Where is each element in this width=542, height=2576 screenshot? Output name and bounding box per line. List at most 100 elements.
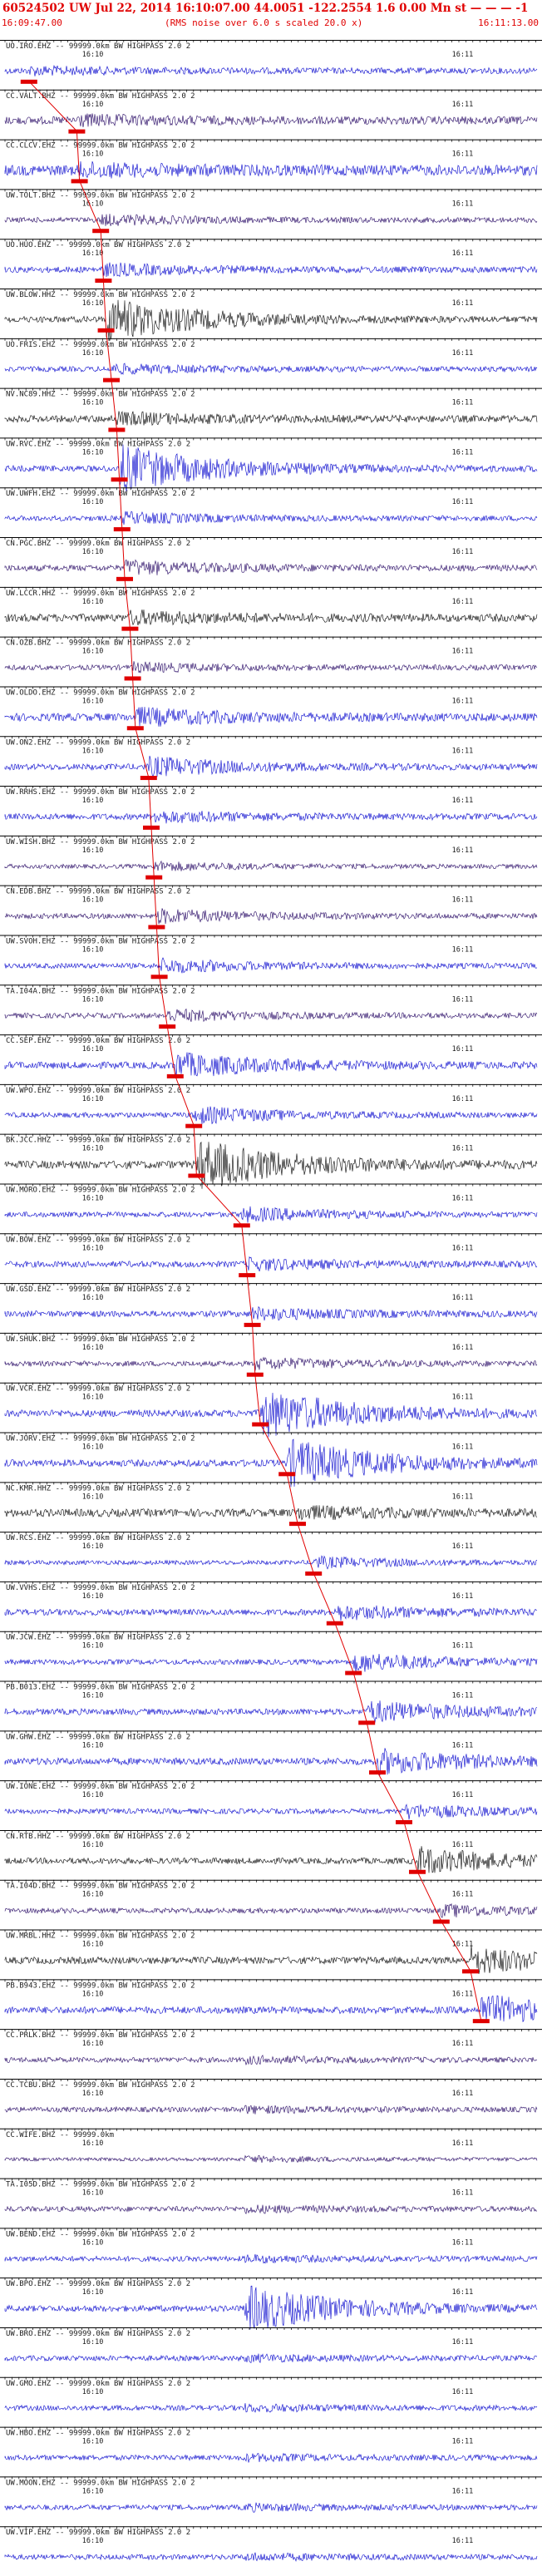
tick-label: 16:10 <box>82 2487 104 2495</box>
station-label: CC.TCBU.BHZ -- 99999.0km BW HIGHPASS 2.0… <box>6 2081 195 2090</box>
station-label: UW.RRHS.EHZ -- 99999.0km BW HIGHPASS 2.0… <box>6 788 195 797</box>
station-row: UW.MOON.EHZ -- 99999.0km BW HIGHPASS 2.0… <box>0 2476 542 2513</box>
station-row: UW.HBO.EHZ -- 99999.0km BW HIGHPASS 2.0 … <box>0 2426 542 2463</box>
station-row: UW.GSD.EHZ -- 99999.0km BW HIGHPASS 2.0 … <box>0 1283 542 1327</box>
station-row: PB.B013.EHZ -- 99999.0km BW HIGHPASS 2.0… <box>0 1680 542 1725</box>
station-row: NC.KMR.HHZ -- 99999.0km BW HIGHPASS 2.0 … <box>0 1482 542 1527</box>
station-label: TA.I05D.BHZ -- 99999.0km BW HIGHPASS 2.0… <box>6 2181 195 2189</box>
trace-waveform <box>4 2154 538 2164</box>
station-label: PB.B013.EHZ -- 99999.0km BW HIGHPASS 2.0… <box>6 1684 195 1692</box>
station-row: UW.JORV.EHZ -- 99999.0km BW HIGHPASS 2.0… <box>0 1432 542 1488</box>
tick-label: 16:11 <box>452 548 474 556</box>
trace-waveform <box>4 609 538 626</box>
tick-label: 16:10 <box>82 2040 104 2048</box>
tick-label: 16:10 <box>82 797 104 805</box>
station-row: UO.HUO.EHZ -- 99999.0km BW HIGHPASS 2.0 … <box>0 239 542 284</box>
station-label: CN.RTB.HHZ -- 99999.0km BW HIGHPASS 2.0 … <box>6 1833 190 1841</box>
tick-label: 16:10 <box>82 697 104 705</box>
station-label: UW.MOON.EHZ -- 99999.0km BW HIGHPASS 2.0… <box>6 2479 195 2487</box>
tick-label: 16:10 <box>82 349 104 358</box>
trace-waveform <box>4 1305 538 1321</box>
station-label: CN.PGC.BHZ -- 99999.0km BW HIGHPASS 2.0 … <box>6 540 190 548</box>
station-row: UW.BRO.EHZ -- 99999.0km BW HIGHPASS 2.0 … <box>0 2327 542 2364</box>
station-row: UW.LCCR.HHZ -- 99999.0km BW HIGHPASS 2.0… <box>0 586 542 631</box>
tick-label: 16:10 <box>82 1443 104 1452</box>
end-time: 16:11:13.00 <box>478 17 539 28</box>
station-label: UW.WPO.EHZ -- 99999.0km BW HIGHPASS 2.0 … <box>6 1087 190 1095</box>
tick-label: 16:10 <box>82 2238 104 2247</box>
station-label: UW.VCR.EHZ -- 99999.0km BW HIGHPASS 2.0 … <box>6 1385 190 1394</box>
station-label: UW.GMO.EHZ -- 99999.0km BW HIGHPASS 2.0 … <box>6 2380 190 2388</box>
tick-label: 16:11 <box>452 1841 474 1849</box>
station-row: CC.VALT.BHZ -- 99999.0km BW HIGHPASS 2.0… <box>0 89 542 134</box>
tick-label: 16:11 <box>452 697 474 705</box>
tick-label: 16:11 <box>452 1592 474 1601</box>
tick-label: 16:10 <box>82 896 104 905</box>
trace-waveform <box>4 1106 538 1125</box>
station-label: CN.OZB.BHZ -- 99999.0km BW HIGHPASS 2.0 … <box>6 639 190 648</box>
station-label: UW.IONE.EHZ -- 99999.0km BW HIGHPASS 2.0… <box>6 1783 195 1791</box>
station-row: UW.RCS.EHZ -- 99999.0km BW HIGHPASS 2.0 … <box>0 1532 542 1576</box>
trace-waveform <box>4 1256 538 1272</box>
station-label: UW.BEND.EHZ -- 99999.0km BW HIGHPASS 2.0… <box>6 2230 195 2238</box>
header: 60524502 UW Jul 22, 2014 16:10:07.00 44.… <box>0 0 542 40</box>
tick-label: 16:10 <box>82 846 104 855</box>
tick-label: 16:10 <box>82 1145 104 1153</box>
tick-label: 16:11 <box>452 945 474 954</box>
tick-label: 16:11 <box>452 399 474 407</box>
subtitle: (RMS noise over 6.0 s scaled 20.0 x) <box>165 17 363 28</box>
tick-label: 16:11 <box>452 1443 474 1452</box>
station-label: UW.VIP.EHZ -- 99999.0km BW HIGHPASS 2.0 … <box>6 2529 190 2537</box>
tick-label: 16:10 <box>82 2139 104 2148</box>
station-label: UW.BLOW.HHZ -- 99999.0km BW HIGHPASS 2.0… <box>6 291 195 299</box>
tick-label: 16:10 <box>82 1045 104 1054</box>
station-row: UW.GMO.EHZ -- 99999.0km BW HIGHPASS 2.0 … <box>0 2376 542 2413</box>
station-row: UW.VIP.EHZ -- 99999.0km BW HIGHPASS 2.0 … <box>0 2526 542 2563</box>
station-label: UW.BRO.EHZ -- 99999.0km BW HIGHPASS 2.0 … <box>6 2330 190 2338</box>
trace-waveform <box>4 860 538 871</box>
tick-label: 16:11 <box>452 1990 474 1998</box>
station-label: UW.TOLT.BHZ -- 99999.0km BW HIGHPASS 2.0… <box>6 191 195 200</box>
start-time: 16:09:47.00 <box>2 17 62 28</box>
tick-label: 16:10 <box>82 448 104 456</box>
station-label: UW.SHUK.BHZ -- 99999.0km BW HIGHPASS 2.0… <box>6 1335 195 1344</box>
trace-waveform <box>4 1902 538 1918</box>
trace-waveform <box>4 2452 538 2463</box>
trace-waveform <box>4 1206 538 1223</box>
station-label: CC.VALT.BHZ -- 99999.0km BW HIGHPASS 2.0… <box>6 92 195 101</box>
tick-label: 16:10 <box>82 2338 104 2347</box>
station-row: TA.I04D.BHZ -- 99999.0km BW HIGHPASS 2.0… <box>0 1879 542 1924</box>
trace-waveform <box>4 1605 538 1621</box>
tick-label: 16:11 <box>452 448 474 456</box>
tick-label: 16:11 <box>452 1244 474 1252</box>
station-label: CC.CLCV.EHZ -- 99999.0km BW HIGHPASS 2.0… <box>6 142 195 151</box>
tick-label: 16:10 <box>82 945 104 954</box>
tick-label: 16:11 <box>452 51 474 59</box>
station-row: UO.IRO.EHZ -- 99999.0km BW HIGHPASS 2.0 … <box>0 40 542 84</box>
station-label: UO.IRO.EHZ -- 99999.0km BW HIGHPASS 2.0 … <box>6 42 190 51</box>
tick-label: 16:10 <box>82 249 104 258</box>
seismogram-plot: UO.IRO.EHZ -- 99999.0km BW HIGHPASS 2.0 … <box>0 40 542 2563</box>
tick-label: 16:10 <box>82 51 104 59</box>
tick-label: 16:11 <box>452 1493 474 1501</box>
trace-waveform <box>4 559 538 575</box>
station-label: UW.SVOH.EHZ -- 99999.0km BW HIGHPASS 2.0… <box>6 937 195 945</box>
trace-waveform <box>4 2253 538 2264</box>
trace-waveform <box>4 1356 538 1371</box>
tick-label: 16:10 <box>82 548 104 556</box>
tick-label: 16:11 <box>452 797 474 805</box>
tick-label: 16:10 <box>82 1692 104 1700</box>
station-label: CC.WIFE.BHZ -- 99999.0km <box>6 2131 114 2139</box>
station-label: UW.HBO.EHZ -- 99999.0km BW HIGHPASS 2.0 … <box>6 2430 190 2438</box>
tick-label: 16:10 <box>82 1344 104 1352</box>
station-row: UW.MRBL.HHZ -- 99999.0km BW HIGHPASS 2.0… <box>0 1929 542 1974</box>
tick-label: 16:11 <box>452 2537 474 2545</box>
tick-label: 16:11 <box>452 2388 474 2396</box>
station-row: UW.TOLT.BHZ -- 99999.0km BW HIGHPASS 2.0… <box>0 189 542 234</box>
station-label: UW.MORO.EHZ -- 99999.0km BW HIGHPASS 2.0… <box>6 1186 195 1194</box>
trace-waveform <box>4 1008 538 1023</box>
station-label: UO.HUO.EHZ -- 99999.0km BW HIGHPASS 2.0 … <box>6 241 190 249</box>
station-label: UW.RVC.EHZ -- 99999.0km BW HIGHPASS 2.0 … <box>6 440 190 448</box>
station-row: UW.VVHS.EHZ -- 99999.0km BW HIGHPASS 2.0… <box>0 1581 542 1626</box>
station-row: PB.B943.EHZ -- 99999.0km BW HIGHPASS 2.0… <box>0 1979 542 2024</box>
